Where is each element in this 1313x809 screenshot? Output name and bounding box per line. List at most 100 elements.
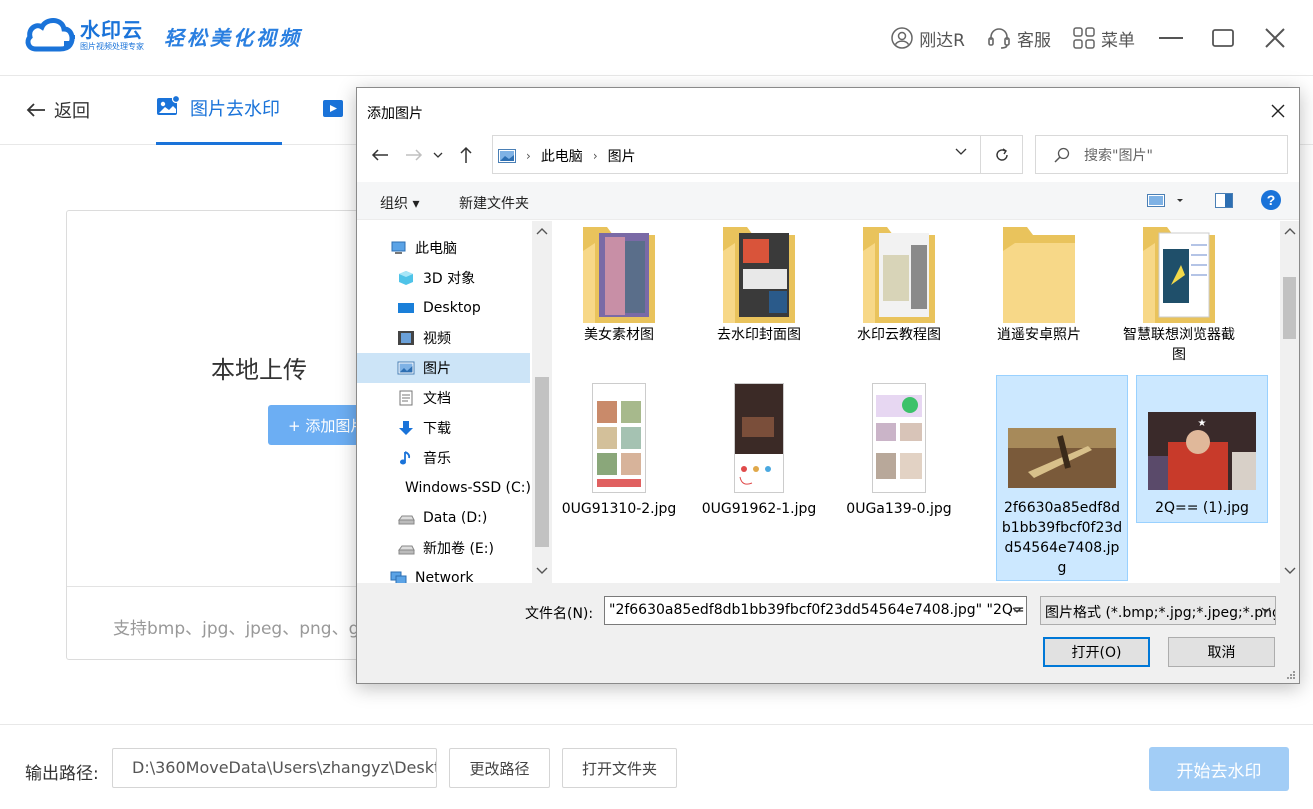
scroll-up-icon[interactable] bbox=[536, 227, 548, 235]
tree-item-3d-objects[interactable]: 3D 对象 bbox=[357, 263, 530, 293]
tree-item-drive-e[interactable]: 新加卷 (E:) bbox=[357, 533, 530, 563]
breadcrumb-pictures[interactable]: 图片 bbox=[608, 146, 636, 166]
logo: 水印云 图片视频处理专家 bbox=[24, 15, 144, 55]
tree-item-drive-d[interactable]: Data (D:) bbox=[357, 503, 530, 533]
new-folder-button[interactable]: 新建文件夹 bbox=[459, 193, 529, 213]
tab-label: 图片去水印 bbox=[190, 99, 280, 120]
tree-item-downloads[interactable]: 下载 bbox=[357, 413, 530, 443]
close-icon bbox=[1265, 28, 1285, 48]
cancel-button[interactable]: 取消 bbox=[1168, 637, 1275, 667]
tree-item-videos[interactable]: 视频 bbox=[357, 323, 530, 353]
arrow-left-icon bbox=[26, 103, 45, 117]
chevron-down-icon[interactable] bbox=[955, 148, 967, 156]
back-arrow-icon[interactable] bbox=[371, 148, 389, 162]
desktop-icon bbox=[398, 303, 414, 313]
user-name: 刚达R bbox=[919, 30, 965, 51]
tree-label: 此电脑 bbox=[415, 241, 457, 257]
help-icon[interactable]: ? bbox=[1260, 189, 1282, 211]
video-icon bbox=[323, 100, 343, 117]
tree-item-desktop[interactable]: Desktop bbox=[357, 293, 530, 323]
tab-image-watermark-removal[interactable]: 图片去水印 bbox=[156, 95, 282, 145]
image-file-item-selected[interactable]: 2f6630a85edf8db1bb39fbcf0f23dd54564e7408… bbox=[996, 375, 1128, 581]
tree-label: 3D 对象 bbox=[423, 271, 476, 287]
image-file-item-selected[interactable]: ★ 2Q== (1).jpg bbox=[1136, 375, 1268, 523]
filename-input[interactable]: "2f6630a85edf8db1bb39fbcf0f23dd54564e740… bbox=[604, 596, 1027, 625]
pictures-icon bbox=[498, 149, 516, 163]
folder-item[interactable]: 美女素材图 bbox=[553, 221, 685, 345]
preview-pane-icon[interactable] bbox=[1215, 193, 1233, 208]
tree-label: Data (D:) bbox=[423, 510, 488, 526]
open-button[interactable]: 打开(O) bbox=[1043, 637, 1150, 667]
recent-dropdown-icon[interactable] bbox=[433, 151, 443, 159]
folder-item[interactable]: 水印云教程图 bbox=[833, 221, 965, 345]
dialog-search-input[interactable]: 搜索"图片" bbox=[1035, 135, 1288, 174]
dialog-title: 添加图片 bbox=[367, 106, 423, 122]
user-account[interactable]: 刚达R bbox=[891, 26, 965, 51]
back-button[interactable]: 返回 bbox=[26, 97, 90, 123]
scroll-up-icon[interactable] bbox=[1284, 227, 1296, 235]
file-type-select[interactable]: 图片格式 (*.bmp;*.jpg;*.jpeg;*.png;*.gif) bbox=[1040, 596, 1276, 625]
output-path-field[interactable]: D:\360MoveData\Users\zhangyz\Desktop bbox=[112, 748, 437, 788]
refresh-button[interactable] bbox=[980, 135, 1023, 174]
search-placeholder: 搜索"图片" bbox=[1084, 147, 1153, 164]
tree-scrollbar[interactable] bbox=[532, 221, 552, 583]
music-icon bbox=[400, 451, 411, 465]
image-thumbnail bbox=[1008, 428, 1116, 488]
tree-item-documents[interactable]: 文档 bbox=[357, 383, 530, 413]
customer-service-button[interactable]: 客服 bbox=[987, 26, 1051, 51]
change-path-button[interactable]: 更改路径 bbox=[449, 748, 550, 788]
maximize-button[interactable] bbox=[1209, 24, 1237, 52]
tree-label: 图片 bbox=[423, 361, 451, 377]
minimize-button[interactable] bbox=[1157, 24, 1185, 52]
minimize-icon bbox=[1159, 37, 1183, 39]
start-removal-button[interactable]: 开始去水印 bbox=[1149, 747, 1289, 791]
dialog-close-icon[interactable] bbox=[1269, 102, 1287, 120]
resize-grip-icon[interactable] bbox=[1286, 670, 1296, 680]
logo-subtitle: 图片视频处理专家 bbox=[80, 42, 144, 51]
tree-item-music[interactable]: 音乐 bbox=[357, 443, 530, 473]
image-file-item[interactable]: 0UG91962-1.jpg bbox=[693, 379, 825, 519]
search-icon bbox=[1054, 147, 1070, 163]
files-scrollbar[interactable] bbox=[1280, 221, 1299, 583]
tree-item-network[interactable]: Network bbox=[357, 563, 530, 583]
chevron-down-icon[interactable] bbox=[1261, 607, 1271, 614]
organize-menu[interactable]: 组织 ▾ bbox=[380, 193, 419, 213]
address-bar[interactable]: › 此电脑 › 图片 bbox=[492, 135, 1023, 174]
navigation-pane: 此电脑 3D 对象 Desktop 视频 图片 文档 下载 音乐 Windows… bbox=[357, 221, 552, 583]
view-options-icon[interactable] bbox=[1147, 194, 1185, 208]
image-thumbnail: ★ bbox=[1148, 412, 1256, 490]
upload-divider bbox=[67, 586, 385, 587]
folder-item[interactable]: 去水印封面图 bbox=[693, 221, 825, 345]
folder-item[interactable]: 逍遥安卓照片 bbox=[973, 221, 1105, 345]
tree-item-pictures[interactable]: 图片 bbox=[357, 353, 530, 383]
image-file-item[interactable]: 0UG91310-2.jpg bbox=[553, 379, 685, 519]
refresh-icon bbox=[996, 147, 1008, 161]
user-icon bbox=[891, 27, 913, 49]
folder-name: 水印云教程图 bbox=[857, 327, 941, 343]
open-folder-button[interactable]: 打开文件夹 bbox=[562, 748, 677, 788]
menu-button[interactable]: 菜单 bbox=[1073, 26, 1135, 51]
grid-menu-icon bbox=[1073, 27, 1095, 49]
tree-scrollbar-thumb[interactable] bbox=[535, 377, 549, 547]
folder-name: 智慧联想浏览器截图 bbox=[1123, 327, 1235, 363]
folder-icon bbox=[723, 227, 795, 323]
logo-name: 水印云 bbox=[80, 18, 143, 42]
tree-item-drive-c[interactable]: Windows-SSD (C:) bbox=[357, 473, 531, 503]
folder-item[interactable]: 智慧联想浏览器截图 bbox=[1113, 221, 1245, 365]
folder-name: 逍遥安卓照片 bbox=[997, 327, 1081, 343]
scroll-down-icon[interactable] bbox=[1284, 567, 1296, 575]
tree-item-this-pc[interactable]: 此电脑 bbox=[357, 233, 530, 263]
dialog-footer: 文件名(N): "2f6630a85edf8db1bb39fbcf0f23dd5… bbox=[357, 583, 1299, 683]
files-scrollbar-thumb[interactable] bbox=[1283, 277, 1296, 339]
scroll-down-icon[interactable] bbox=[536, 567, 548, 575]
filename-label: 文件名(N): bbox=[525, 606, 594, 622]
breadcrumb-this-pc[interactable]: 此电脑 bbox=[541, 146, 583, 166]
image-file-item[interactable]: 0UGa139-0.jpg bbox=[833, 379, 965, 519]
tab-video-watermark-removal[interactable] bbox=[322, 97, 346, 123]
chevron-down-icon[interactable] bbox=[1012, 607, 1022, 614]
forward-arrow-icon[interactable] bbox=[405, 148, 423, 162]
close-app-button[interactable] bbox=[1261, 24, 1289, 52]
up-arrow-icon[interactable] bbox=[459, 146, 473, 164]
network-icon bbox=[390, 571, 407, 583]
folder-icon bbox=[1143, 227, 1215, 323]
